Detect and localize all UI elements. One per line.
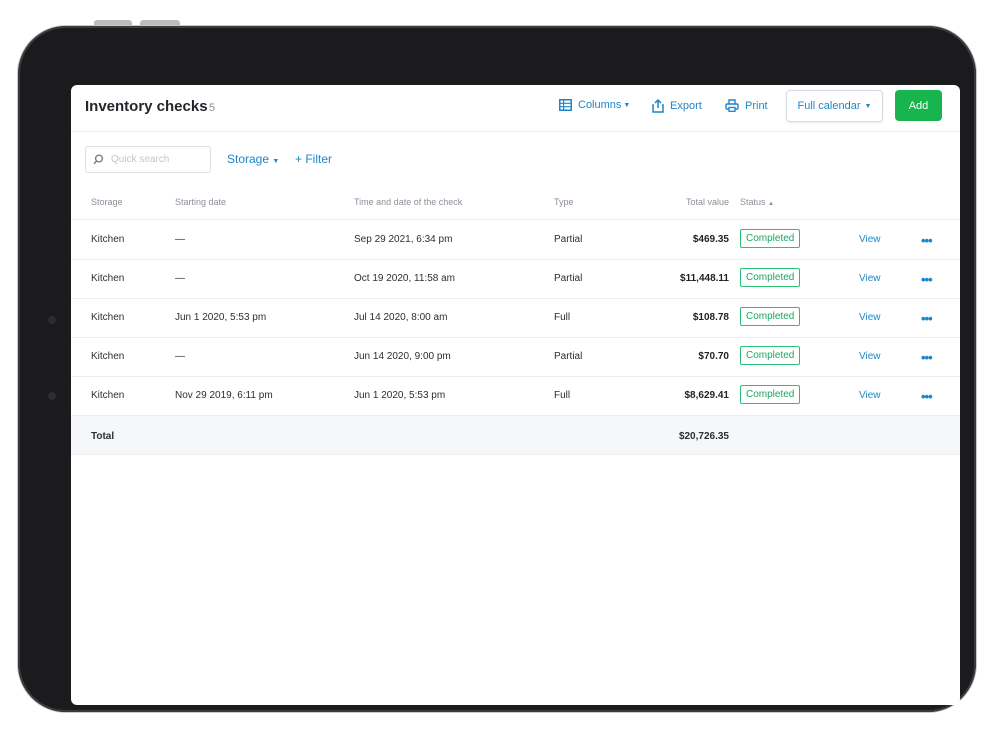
export-icon — [652, 99, 664, 113]
table-row[interactable]: Kitchen Nov 29 2019, 6:11 pm Jun 1 2020,… — [71, 376, 960, 416]
status-badge: Completed — [740, 229, 801, 248]
add-button[interactable]: Add — [895, 90, 942, 121]
cell-total-value: $108.78 — [692, 312, 729, 323]
page-header: Inventory checks 5 Columns ▼ Export Prin… — [71, 85, 960, 132]
status-badge: Completed — [740, 346, 801, 365]
search-input[interactable] — [111, 151, 203, 167]
cell-starting-date: Nov 29 2019, 6:11 pm — [175, 390, 273, 401]
sort-ascending-icon: ▲ — [768, 201, 774, 207]
cell-type: Partial — [554, 273, 583, 284]
column-header-type[interactable]: Type — [554, 197, 574, 207]
status-badge: Completed — [740, 268, 801, 287]
print-label: Print — [745, 99, 768, 112]
cell-check-time: Oct 19 2020, 11:58 am — [354, 273, 455, 284]
export-button[interactable]: Export — [652, 99, 702, 113]
cell-total-value: $70.70 — [698, 351, 729, 362]
add-filter-button[interactable]: + Filter — [295, 152, 332, 166]
cell-storage: Kitchen — [91, 351, 125, 362]
print-icon — [725, 99, 739, 112]
more-icon[interactable]: ••• — [921, 311, 933, 326]
app-screen: Inventory checks 5 Columns ▼ Export Prin… — [71, 85, 960, 705]
table-row[interactable]: Kitchen Jun 1 2020, 5:53 pm Jul 14 2020,… — [71, 298, 960, 338]
view-link[interactable]: View — [859, 234, 881, 245]
view-link[interactable]: View — [859, 312, 881, 323]
cell-type: Full — [554, 312, 571, 323]
columns-icon — [559, 99, 572, 111]
cell-storage: Kitchen — [91, 273, 125, 284]
column-header-check-time[interactable]: Time and date of the check — [354, 197, 462, 207]
cell-storage: Kitchen — [91, 312, 125, 323]
column-header-storage[interactable]: Storage — [91, 197, 123, 207]
chevron-down-icon: ▼ — [272, 158, 280, 165]
more-icon[interactable]: ••• — [921, 272, 933, 287]
column-header-starting-date[interactable]: Starting date — [175, 197, 226, 207]
cell-total-value: $8,629.41 — [684, 390, 730, 401]
view-link[interactable]: View — [859, 351, 881, 362]
print-button[interactable]: Print — [725, 99, 768, 112]
table-row[interactable]: Kitchen — Oct 19 2020, 11:58 am Partial … — [71, 259, 960, 299]
view-link[interactable]: View — [859, 273, 881, 284]
table-total-row: Total $20,726.35 — [71, 416, 960, 455]
search-icon — [93, 154, 104, 165]
cell-type: Full — [554, 390, 571, 401]
total-value: $20,726.35 — [678, 431, 729, 442]
table-header: Storage Starting date Time and date of t… — [71, 185, 960, 220]
cell-total-value: $11,448.11 — [680, 273, 729, 284]
cell-check-time: Jun 1 2020, 5:53 pm — [354, 390, 446, 401]
status-badge: Completed — [740, 307, 801, 326]
chevron-down-icon: ▼ — [864, 102, 872, 110]
cell-total-value: $469.35 — [692, 234, 729, 245]
cell-starting-date: Jun 1 2020, 5:53 pm — [175, 312, 267, 323]
cell-check-time: Jun 14 2020, 9:00 pm — [354, 351, 451, 362]
cell-type: Partial — [554, 234, 583, 245]
table-row[interactable]: Kitchen — Jun 14 2020, 9:00 pm Partial $… — [71, 337, 960, 377]
quick-search[interactable] — [85, 146, 211, 173]
cell-starting-date: — — [175, 351, 185, 362]
total-label: Total — [91, 431, 115, 442]
cell-type: Partial — [554, 351, 583, 362]
full-calendar-dropdown[interactable]: Full calendar ▼ — [786, 90, 883, 122]
cell-starting-date: — — [175, 273, 185, 284]
table-row[interactable]: Kitchen — Sep 29 2021, 6:34 pm Partial $… — [71, 220, 960, 260]
device-sensor — [48, 316, 56, 324]
cell-starting-date: — — [175, 234, 185, 245]
cell-storage: Kitchen — [91, 234, 125, 245]
tablet-frame: Inventory checks 5 Columns ▼ Export Prin… — [18, 26, 976, 712]
page-title: Inventory checks — [85, 98, 208, 115]
columns-button[interactable]: Columns ▼ — [559, 99, 630, 111]
more-icon[interactable]: ••• — [921, 389, 933, 404]
column-header-status[interactable]: Status ▲ — [740, 197, 774, 207]
cell-check-time: Jul 14 2020, 8:00 am — [354, 312, 448, 323]
cell-storage: Kitchen — [91, 390, 125, 401]
full-calendar-label: Full calendar — [797, 100, 861, 112]
more-icon[interactable]: ••• — [921, 350, 933, 365]
more-icon[interactable]: ••• — [921, 233, 933, 248]
storage-filter-label: Storage — [227, 152, 270, 166]
column-header-status-label: Status — [740, 197, 766, 207]
status-badge: Completed — [740, 385, 801, 404]
record-count: 5 — [209, 102, 216, 114]
chevron-down-icon: ▼ — [623, 101, 631, 109]
export-label: Export — [670, 100, 702, 112]
storage-filter-dropdown[interactable]: Storage ▼ — [227, 152, 279, 166]
device-sensor — [48, 392, 56, 400]
columns-label: Columns — [578, 99, 622, 111]
cell-check-time: Sep 29 2021, 6:34 pm — [354, 234, 453, 245]
column-header-total-value[interactable]: Total value — [686, 197, 729, 207]
view-link[interactable]: View — [859, 390, 881, 401]
